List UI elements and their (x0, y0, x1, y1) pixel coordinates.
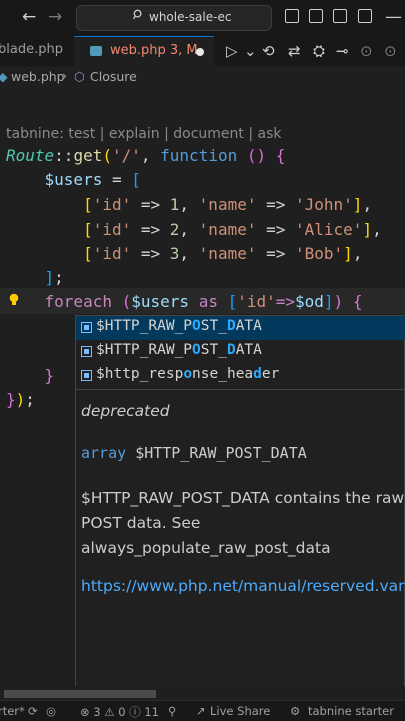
timeline-icon[interactable]: ⟲ (262, 42, 275, 60)
variable-kind-icon (81, 370, 92, 381)
editor-tab-bar: blade.php web.php 3, M ▷ ⌄ ⟲ ⇄ ⛭ ⊸ ⊙ ⊙ (0, 36, 405, 66)
breadcrumb-file[interactable]: web.php (11, 69, 65, 84)
minimize-icon[interactable]: — (385, 7, 402, 27)
remote-icon[interactable]: ◎ (46, 704, 56, 718)
breadcrumb-symbol[interactable]: Closure (90, 69, 137, 84)
code-line-10: }); (6, 390, 35, 409)
toggle-secondary-sidebar-icon[interactable] (333, 9, 347, 23)
variable-kind-icon (81, 322, 92, 333)
tabnine-icon[interactable]: ⚙ (290, 704, 300, 718)
code-line-3: ['id' => 1, 'name' => 'John'], (83, 195, 373, 214)
tab-label: blade.php (0, 42, 63, 57)
search-icon (133, 9, 142, 20)
tab-blade-php[interactable]: blade.php (0, 36, 74, 66)
horizontal-scrollbar[interactable] (4, 690, 156, 698)
run-icon[interactable]: ▷ (226, 42, 238, 60)
breadcrumb: ◆ web.php › ⬡ Closure (0, 66, 405, 88)
code-line-9: } (44, 366, 55, 385)
deprecated-label: deprecated (81, 402, 170, 420)
chevron-right-icon: › (62, 68, 67, 83)
suggestion-details-panel: deprecated array $HTTP_RAW_POST_DATA $HT… (75, 389, 405, 686)
toggle-primary-sidebar-icon[interactable] (285, 9, 299, 23)
code-line-1: Route::get('/', function () { (6, 146, 286, 165)
liveshare-label[interactable]: Live Share (210, 704, 270, 718)
extension-action-icon[interactable]: ⛭ (313, 42, 325, 60)
search-text: whole-sale-ec (149, 10, 232, 24)
status-left-item[interactable]: rter* (0, 704, 25, 718)
tab-label: web.php 3, M (110, 43, 198, 58)
tabnine-label[interactable]: tabnine starter (308, 704, 394, 718)
problems-indicator[interactable]: ⊗ 3 ⚠ 0 ⓘ 11 (80, 704, 159, 720)
php-file-icon: ◆ (0, 69, 8, 84)
unsaved-dot-icon[interactable] (196, 48, 204, 56)
code-line-5: ['id' => 3, 'name' => 'Bob'], (83, 244, 363, 263)
suggestion-item[interactable]: $HTTP_RAW_POST_DATA (76, 340, 405, 364)
toggle-panel-icon[interactable] (309, 9, 323, 23)
code-line-2: $users = [ (44, 170, 141, 189)
customize-layout-icon[interactable] (358, 9, 372, 23)
debug-icon[interactable]: ⚲ (168, 704, 176, 718)
go-back-icon[interactable]: ⊙ (360, 42, 373, 60)
liveshare-icon[interactable]: ↗ (196, 704, 206, 718)
open-changes-icon[interactable]: ⊸ (336, 42, 349, 60)
sync-icon[interactable]: ⟳ (28, 704, 38, 718)
title-bar: ← → whole-sale-ec — (0, 0, 405, 36)
description: $HTTP_RAW_POST_DATA contains the raw POS… (81, 489, 405, 557)
status-bar: rter* ⟳ ◎ ⊗ 3 ⚠ 0 ⓘ 11 ⚲ ↗ Live Share ⚙ … (0, 700, 405, 721)
signature: array $HTTP_RAW_POST_DATA (81, 444, 307, 462)
tab-web-php[interactable]: web.php 3, M (74, 36, 214, 66)
variable-kind-icon (81, 346, 92, 357)
code-line-4: ['id' => 2, 'name' => 'Alice'], (83, 220, 382, 239)
code-line-7: foreach ($users as ['id'=>$od]) { (44, 292, 363, 311)
tabnine-codelens[interactable]: tabnine: test | explain | document | ask (6, 126, 282, 142)
arrow-left-icon[interactable]: ← (22, 7, 36, 27)
command-center-search[interactable]: whole-sale-ec (76, 5, 272, 31)
compare-changes-icon[interactable]: ⇄ (288, 42, 301, 60)
php-file-icon (90, 46, 102, 56)
suggestion-item[interactable]: $HTTP_RAW_POST_DATA (76, 316, 405, 340)
dropdown-chevron-icon[interactable]: ⌄ (244, 42, 257, 60)
closure-symbol-icon: ⬡ (74, 69, 85, 84)
code-editor[interactable]: tabnine: test | explain | document | ask… (0, 88, 405, 686)
docs-link[interactable]: https://www.php.net/manual/reserved.vari… (81, 577, 405, 595)
code-line-6: ]; (44, 268, 64, 287)
arrow-right-icon[interactable]: → (48, 7, 62, 27)
suggestion-item[interactable]: $http_response_header (76, 364, 405, 388)
autocomplete-suggest-widget: $HTTP_RAW_POST_DATA $HTTP_RAW_POST_DATA … (75, 315, 405, 390)
go-forward-icon[interactable]: ⊙ (384, 42, 397, 60)
